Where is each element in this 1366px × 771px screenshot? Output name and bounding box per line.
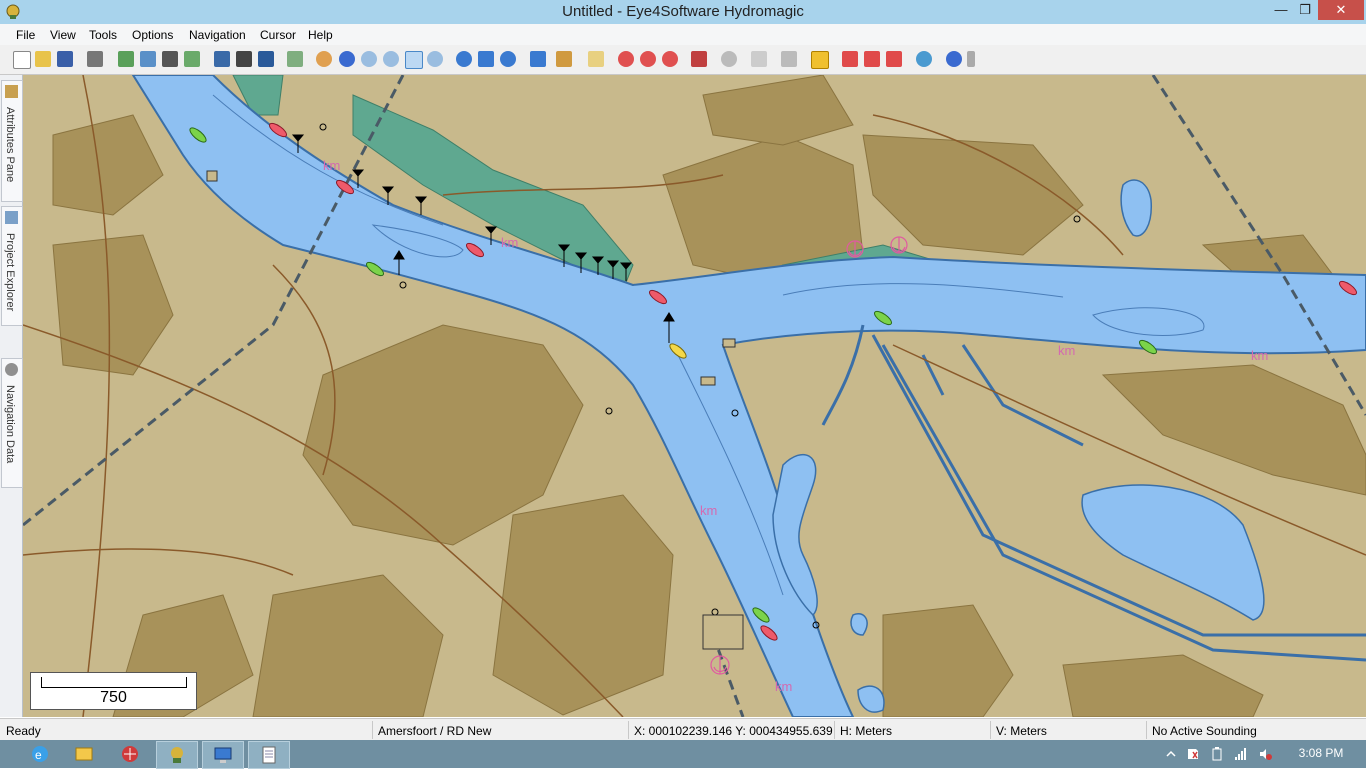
track-icon[interactable] [842, 51, 858, 67]
taskbar-remote[interactable] [202, 741, 244, 769]
target-add-icon[interactable] [640, 51, 656, 67]
side-panel: Attributes Pane Project Explorer Navigat… [0, 75, 23, 717]
menu-view[interactable]: View [50, 28, 76, 42]
pan-hand-icon[interactable] [316, 51, 332, 67]
notepad-icon [262, 746, 276, 764]
color-wheel-icon[interactable] [916, 51, 932, 67]
taskbar-hydromagic[interactable] [156, 741, 198, 769]
track-remove-icon[interactable] [886, 51, 902, 67]
zoom-extents-icon[interactable] [427, 51, 443, 67]
status-sounding: No Active Sounding [1152, 724, 1257, 738]
monitor-icon[interactable] [258, 51, 274, 67]
help-icon[interactable] [946, 51, 962, 67]
menu-options[interactable]: Options [132, 28, 173, 42]
toolbar [0, 45, 1366, 75]
km-label: km [700, 503, 717, 518]
tab-attributes-pane[interactable]: Attributes Pane [1, 80, 23, 202]
km-label: km [323, 158, 340, 173]
info-icon[interactable] [339, 51, 355, 67]
menu-navigation[interactable]: Navigation [189, 28, 246, 42]
device-icon[interactable] [236, 51, 252, 67]
globe-icon[interactable] [214, 51, 230, 67]
window-title: Untitled - Eye4Software Hydromagic [562, 3, 804, 20]
measure-icon[interactable] [556, 51, 572, 67]
add-layer-icon[interactable] [140, 51, 156, 67]
tools-icon[interactable] [691, 51, 707, 67]
taskbar-explorer[interactable] [64, 741, 104, 767]
export-icon[interactable] [184, 51, 200, 67]
chart-view[interactable]: km km km km km km [23, 75, 1366, 717]
menu-help[interactable]: Help [308, 28, 333, 42]
rotate-left-icon[interactable] [456, 51, 472, 67]
zoom-window-icon[interactable] [405, 51, 423, 69]
internet-explorer-icon: e [32, 746, 48, 762]
scale-bar: 750 [30, 672, 197, 710]
toolbar-overflow-icon[interactable] [967, 51, 975, 67]
km-label: km [1251, 348, 1268, 363]
scale-ruler [41, 677, 187, 688]
km-label: km [1058, 343, 1075, 358]
window-icon[interactable] [287, 51, 303, 67]
record-icon[interactable] [721, 51, 737, 67]
menu-cursor[interactable]: Cursor [260, 28, 296, 42]
grid-icon[interactable] [162, 51, 178, 67]
tab-project-explorer[interactable]: Project Explorer [1, 206, 23, 326]
compass-icon [5, 363, 18, 376]
svg-text:e: e [35, 748, 42, 762]
taskbar-app-red[interactable] [110, 741, 150, 767]
arrow-up-icon[interactable] [478, 51, 494, 67]
track-add-icon[interactable] [864, 51, 880, 67]
taskbar: e 3:08 PM [0, 740, 1366, 769]
action-center-icon[interactable] [1186, 747, 1200, 761]
maximize-button[interactable]: ❐ [1290, 0, 1320, 20]
open-folder-icon[interactable] [35, 51, 51, 67]
alarm-bell-icon[interactable] [781, 51, 797, 67]
zoom-out-icon[interactable] [383, 51, 399, 67]
menu-bar: File View Tools Options Navigation Curso… [0, 24, 1366, 45]
new-file-icon[interactable] [13, 51, 31, 69]
menu-tools[interactable]: Tools [89, 28, 117, 42]
lightning-icon[interactable] [751, 51, 767, 67]
project-icon [5, 211, 18, 224]
refresh-icon[interactable] [500, 51, 516, 67]
taskbar-notepad[interactable] [248, 741, 290, 769]
hydromagic-icon [171, 747, 183, 763]
battery-icon[interactable] [1210, 747, 1224, 761]
status-bar: Ready Amersfoort / RD New X: 000102239.1… [0, 718, 1366, 741]
status-state: Ready [6, 724, 41, 738]
volume-muted-icon[interactable] [1258, 747, 1272, 761]
tab-label: Project Explorer [4, 233, 16, 312]
tab-label: Attributes Pane [4, 107, 16, 183]
nautical-chart[interactable]: km km km km km km [23, 75, 1366, 717]
zoom-in-icon[interactable] [361, 51, 377, 67]
folder-icon [75, 747, 93, 761]
km-label: km [501, 235, 518, 250]
monitor-icon [214, 747, 232, 763]
status-coordinates: X: 000102239.146 Y: 000434955.639 [634, 724, 833, 738]
close-button[interactable]: ✕ [1318, 0, 1364, 20]
scale-value: 750 [100, 689, 127, 706]
target-remove-icon[interactable] [662, 51, 678, 67]
network-icon[interactable] [1234, 747, 1248, 761]
km-label: km [775, 679, 792, 694]
print-icon[interactable] [87, 51, 103, 67]
status-vertical-units: V: Meters [996, 724, 1047, 738]
menu-file[interactable]: File [16, 28, 35, 42]
tray-chevron-icon[interactable] [1164, 747, 1178, 761]
attributes-icon [5, 85, 18, 98]
app-circle-icon [122, 746, 138, 762]
target-icon[interactable] [618, 51, 634, 67]
tab-label: Navigation Data [4, 385, 16, 464]
import-chart-icon[interactable] [118, 51, 134, 67]
annotation-icon[interactable] [588, 51, 604, 67]
lock-icon[interactable] [811, 51, 829, 69]
save-icon[interactable] [57, 51, 73, 67]
status-horizontal-units: H: Meters [840, 724, 893, 738]
taskbar-ie[interactable]: e [20, 741, 60, 767]
status-projection: Amersfoort / RD New [378, 724, 492, 738]
title-bar: Untitled - Eye4Software Hydromagic — ❐ ✕ [0, 0, 1366, 24]
move-icon[interactable] [530, 51, 546, 67]
taskbar-clock[interactable]: 3:08 PM [1286, 746, 1356, 760]
tab-navigation-data[interactable]: Navigation Data [1, 358, 23, 488]
